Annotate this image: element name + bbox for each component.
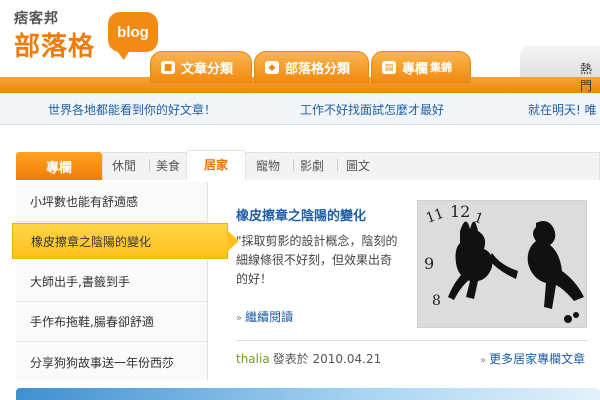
column-article-list: 小坪數也能有舒適感 大師出手,書籤到手 手作布拖鞋,腸春卻舒適 分享狗狗故事送一… (12, 182, 239, 382)
rabbit-stamp-illustration: 11 12 1 9 8 (418, 201, 586, 327)
blog-category-icon: ◆ (265, 61, 280, 74)
more-home-articles-link[interactable]: » 更多居家專欄文章 (480, 350, 585, 367)
list-item[interactable]: 手作布拖鞋,腸春卻舒適 (16, 302, 208, 342)
category-tab-pets[interactable]: 寵物 (256, 157, 280, 174)
article-author-line: thalia 發表於 2010.04.21 (236, 350, 381, 367)
column-icon: ▤ (382, 61, 397, 74)
posted-date: 發表於 2010.04.21 (272, 352, 382, 366)
author-name-link[interactable]: thalia (236, 352, 270, 366)
column-category-tabs: 專欄 休閒 美食 居家 寵物 影劇 圖文 (16, 150, 600, 180)
tab-blog-categories[interactable]: ◆ 部落格分類 (254, 51, 370, 83)
article-excerpt: "採取剪影的設計概念，陰刻的細線條很不好刻，但效果出奇的好！ (236, 234, 398, 286)
svg-text:12: 12 (450, 202, 470, 221)
list-item[interactable]: 小坪數也能有舒適感 (16, 182, 208, 222)
svg-text:9: 9 (424, 254, 434, 273)
category-tab-leisure[interactable]: 休閒 (112, 157, 136, 174)
announcement-link-3[interactable]: 就在明天! 唯 (528, 101, 597, 118)
category-tab-home[interactable]: 居家 (186, 150, 246, 180)
tab-label: 專欄 (402, 61, 429, 77)
article-title[interactable]: 橡皮擦章之陰陽的變化 (236, 205, 366, 224)
column-label: 專欄 (16, 152, 102, 180)
tab-label: 部落格分類 (285, 61, 351, 77)
more-home-articles-label: 更多居家專欄文章 (489, 352, 586, 366)
top-nav-tabs: ■ 文章分類 ◆ 部落格分類 ▤ 專欄 集錦 (150, 51, 472, 83)
list-item[interactable]: 分享狗狗故事送一年份西莎 (16, 342, 208, 382)
read-more-label: 繼續閱讀 (245, 310, 294, 324)
svg-text:8: 8 (432, 293, 441, 309)
tab-suffix: 集錦 (430, 61, 453, 74)
category-tab-illustration[interactable]: 圖文 (346, 157, 370, 174)
tab-columns[interactable]: ▤ 專欄 集錦 (371, 51, 472, 83)
logo-small-text: 痞客邦 (14, 11, 59, 27)
announcement-bar: 世界各地都能看到你的好文章！ 工作不好找面試怎麼才最好 就在明天! 唯 (0, 93, 600, 125)
article-thumbnail[interactable]: 11 12 1 9 8 (417, 200, 587, 328)
header-right-link[interactable]: 熱門 (580, 60, 600, 94)
site-logo[interactable]: 痞客邦 部落格 (14, 8, 95, 63)
category-divider (293, 159, 294, 171)
tab-article-categories[interactable]: ■ 文章分類 (150, 51, 253, 83)
announcement-link-2[interactable]: 工作不好找面試怎麼才最好 (300, 101, 444, 118)
read-more-link[interactable]: » 繼續閱讀 (236, 308, 293, 325)
category-tab-movies[interactable]: 影劇 (300, 157, 324, 174)
chevron-right-icon: » (236, 313, 243, 324)
announcement-link-1[interactable]: 世界各地都能看到你的好文章！ (48, 101, 216, 118)
article-icon: ■ (161, 61, 175, 74)
article-divider (236, 340, 588, 341)
chevron-right-icon: » (480, 355, 487, 366)
list-item-active[interactable]: 橡皮擦章之陰陽的變化 (12, 223, 239, 259)
tab-label: 文章分類 (181, 61, 234, 77)
logo-main-text: 部落格 (14, 32, 96, 62)
list-item[interactable]: 大師出手,書籤到手 (16, 262, 208, 302)
category-tab-food[interactable]: 美食 (156, 157, 180, 174)
category-divider (149, 159, 150, 171)
bottom-banner[interactable] (16, 388, 600, 400)
category-divider (337, 159, 338, 171)
blog-bubble-logo[interactable]: blog (108, 12, 158, 60)
